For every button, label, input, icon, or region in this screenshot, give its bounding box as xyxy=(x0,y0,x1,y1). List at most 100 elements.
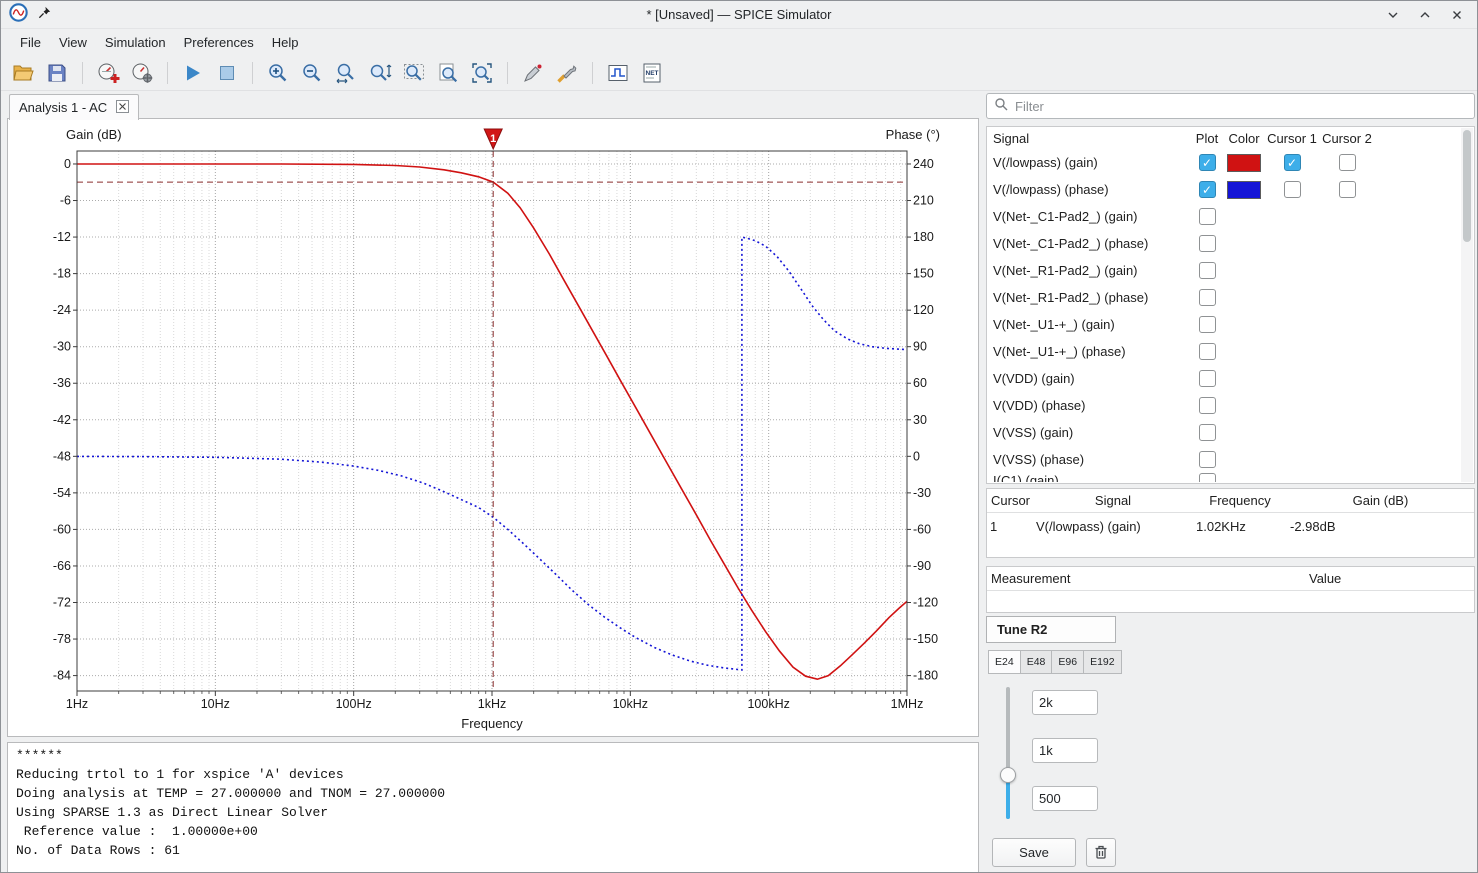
simulation-console[interactable]: ******Reducing trtol to 1 for xspice 'A'… xyxy=(7,742,979,873)
zoom-vertical-button[interactable] xyxy=(366,59,394,87)
simulation-command-button[interactable] xyxy=(128,59,156,87)
tune-value-field[interactable] xyxy=(1032,738,1098,763)
tune-slider-handle[interactable] xyxy=(1000,767,1016,783)
run-simulation-button[interactable] xyxy=(179,59,207,87)
show-netlist-button[interactable]: NET xyxy=(638,59,666,87)
signal-row[interactable]: V(Net-_U1-+_) (gain) xyxy=(987,311,1460,338)
signal-filter[interactable] xyxy=(986,93,1475,119)
minimize-button[interactable] xyxy=(1385,7,1401,23)
plot-checkbox[interactable] xyxy=(1199,424,1216,441)
signal-row[interactable]: V(Net-_C1-Pad2_) (phase) xyxy=(987,230,1460,257)
plot-checkbox[interactable] xyxy=(1199,181,1216,198)
save-button[interactable]: Save xyxy=(992,838,1076,867)
zoom-out-button[interactable] xyxy=(298,59,326,87)
signals-table-body: V(/lowpass) (gain) V(/lowpass) (phase) V(N… xyxy=(987,149,1460,483)
signals-column-header: Signal xyxy=(987,131,1190,146)
cursor1-checkbox[interactable] xyxy=(1284,181,1301,198)
plot-checkbox[interactable] xyxy=(1199,208,1216,225)
tune-min-field[interactable] xyxy=(1032,786,1098,811)
plot-checkbox[interactable] xyxy=(1199,473,1216,482)
console-line: Using SPARSE 1.3 as Direct Linear Solver xyxy=(16,803,970,822)
menu-help[interactable]: Help xyxy=(263,31,308,54)
signal-row[interactable]: V(Net-_R1-Pad2_) (gain) xyxy=(987,257,1460,284)
plot-checkbox[interactable] xyxy=(1199,343,1216,360)
toolbar-separator xyxy=(252,62,253,84)
svg-text:0: 0 xyxy=(913,449,920,463)
plot-checkbox[interactable] xyxy=(1199,235,1216,252)
eseries-tab-e48[interactable]: E48 xyxy=(1020,650,1053,674)
plot-checkbox[interactable] xyxy=(1199,262,1216,279)
plot-checkbox[interactable] xyxy=(1199,451,1216,468)
menu-preferences[interactable]: Preferences xyxy=(175,31,263,54)
signal-name: V(VSS) (gain) xyxy=(987,425,1190,440)
new-analysis-tab-button[interactable] xyxy=(94,59,122,87)
signal-row[interactable]: V(VDD) (phase) xyxy=(987,392,1460,419)
color-swatch[interactable] xyxy=(1227,154,1261,172)
tab-label: Analysis 1 - AC xyxy=(19,100,107,115)
signals-column-header: Cursor 2 xyxy=(1320,131,1374,146)
tab-close-icon[interactable] xyxy=(116,100,129,116)
plot-checkbox[interactable] xyxy=(1199,154,1216,171)
signal-name: V(/lowpass) (phase) xyxy=(987,182,1190,197)
signal-row[interactable]: V(/lowpass) (phase) xyxy=(987,176,1460,203)
spice-simulator-window: * [Unsaved] — SPICE Simulator FileViewSi… xyxy=(0,0,1478,873)
menu-view[interactable]: View xyxy=(50,31,96,54)
stop-simulation-button[interactable] xyxy=(213,59,241,87)
zoom-in-button[interactable] xyxy=(264,59,292,87)
svg-text:210: 210 xyxy=(913,194,934,208)
tab-analysis-1-ac[interactable]: Analysis 1 - AC xyxy=(9,94,139,120)
toolbar: NET xyxy=(1,56,1477,91)
svg-text:-18: -18 xyxy=(53,267,71,281)
show-legend-button[interactable] xyxy=(604,59,632,87)
svg-text:-60: -60 xyxy=(53,522,71,536)
cursor-row[interactable]: 1V(/lowpass) (gain)1.02KHz-2.98dB xyxy=(987,513,1474,539)
plot-checkbox[interactable] xyxy=(1199,316,1216,333)
cursor2-checkbox[interactable] xyxy=(1339,181,1356,198)
svg-text:1MHz: 1MHz xyxy=(891,697,924,711)
tune-slider[interactable] xyxy=(999,687,1017,819)
cursor2-checkbox[interactable] xyxy=(1339,154,1356,171)
tune-button[interactable] xyxy=(553,59,581,87)
signal-row[interactable]: V(VSS) (phase) xyxy=(987,446,1460,473)
signal-row[interactable]: V(Net-_C1-Pad2_) (gain) xyxy=(987,203,1460,230)
console-line: Reducing trtol to 1 for xspice 'A' devic… xyxy=(16,765,970,784)
signal-row[interactable]: V(Net-_U1-+_) (phase) xyxy=(987,338,1460,365)
zoom-selection-button[interactable] xyxy=(400,59,428,87)
cursor-1-label: 1 xyxy=(490,133,496,145)
cursors-column-header: Gain (dB) xyxy=(1287,493,1474,508)
menu-file[interactable]: File xyxy=(11,31,50,54)
color-swatch[interactable] xyxy=(1227,181,1261,199)
eseries-tab-e96[interactable]: E96 xyxy=(1051,650,1084,674)
plot-canvas-area[interactable]: 1Hz10Hz100Hz1kHz10kHz100kHz1MHz0-6-12-18… xyxy=(7,119,979,737)
plot-checkbox[interactable] xyxy=(1199,370,1216,387)
svg-text:-54: -54 xyxy=(53,486,71,500)
svg-text:120: 120 xyxy=(913,303,934,317)
delete-tune-button[interactable] xyxy=(1086,838,1116,867)
signals-scrollbar[interactable] xyxy=(1461,128,1473,482)
signal-row[interactable]: V(VDD) (gain) xyxy=(987,365,1460,392)
scrollbar-thumb[interactable] xyxy=(1463,130,1471,242)
svg-text:-60: -60 xyxy=(913,522,931,536)
pin-icon[interactable] xyxy=(37,5,52,25)
probe-button[interactable] xyxy=(519,59,547,87)
open-workbook-button[interactable] xyxy=(9,59,37,87)
zoom-page-button[interactable] xyxy=(434,59,462,87)
signal-row[interactable]: V(VSS) (gain) xyxy=(987,419,1460,446)
maximize-button[interactable] xyxy=(1417,7,1433,23)
menu-simulation[interactable]: Simulation xyxy=(96,31,175,54)
tune-max-field[interactable] xyxy=(1032,690,1098,715)
cursor1-checkbox[interactable] xyxy=(1284,154,1301,171)
signal-row[interactable]: V(/lowpass) (gain) xyxy=(987,149,1460,176)
signal-row[interactable]: I(C1) (gain) xyxy=(987,473,1460,482)
save-workbook-button[interactable] xyxy=(43,59,71,87)
plot-checkbox[interactable] xyxy=(1199,397,1216,414)
filter-input[interactable] xyxy=(1015,99,1467,114)
plot-checkbox[interactable] xyxy=(1199,289,1216,306)
close-button[interactable] xyxy=(1449,7,1465,23)
bode-plot[interactable]: 1Hz10Hz100Hz1kHz10kHz100kHz1MHz0-6-12-18… xyxy=(8,119,978,735)
signal-row[interactable]: V(Net-_R1-Pad2_) (phase) xyxy=(987,284,1460,311)
eseries-tab-e24[interactable]: E24 xyxy=(988,650,1021,674)
zoom-fit-button[interactable] xyxy=(468,59,496,87)
zoom-horizontal-button[interactable] xyxy=(332,59,360,87)
eseries-tab-e192[interactable]: E192 xyxy=(1083,650,1122,674)
